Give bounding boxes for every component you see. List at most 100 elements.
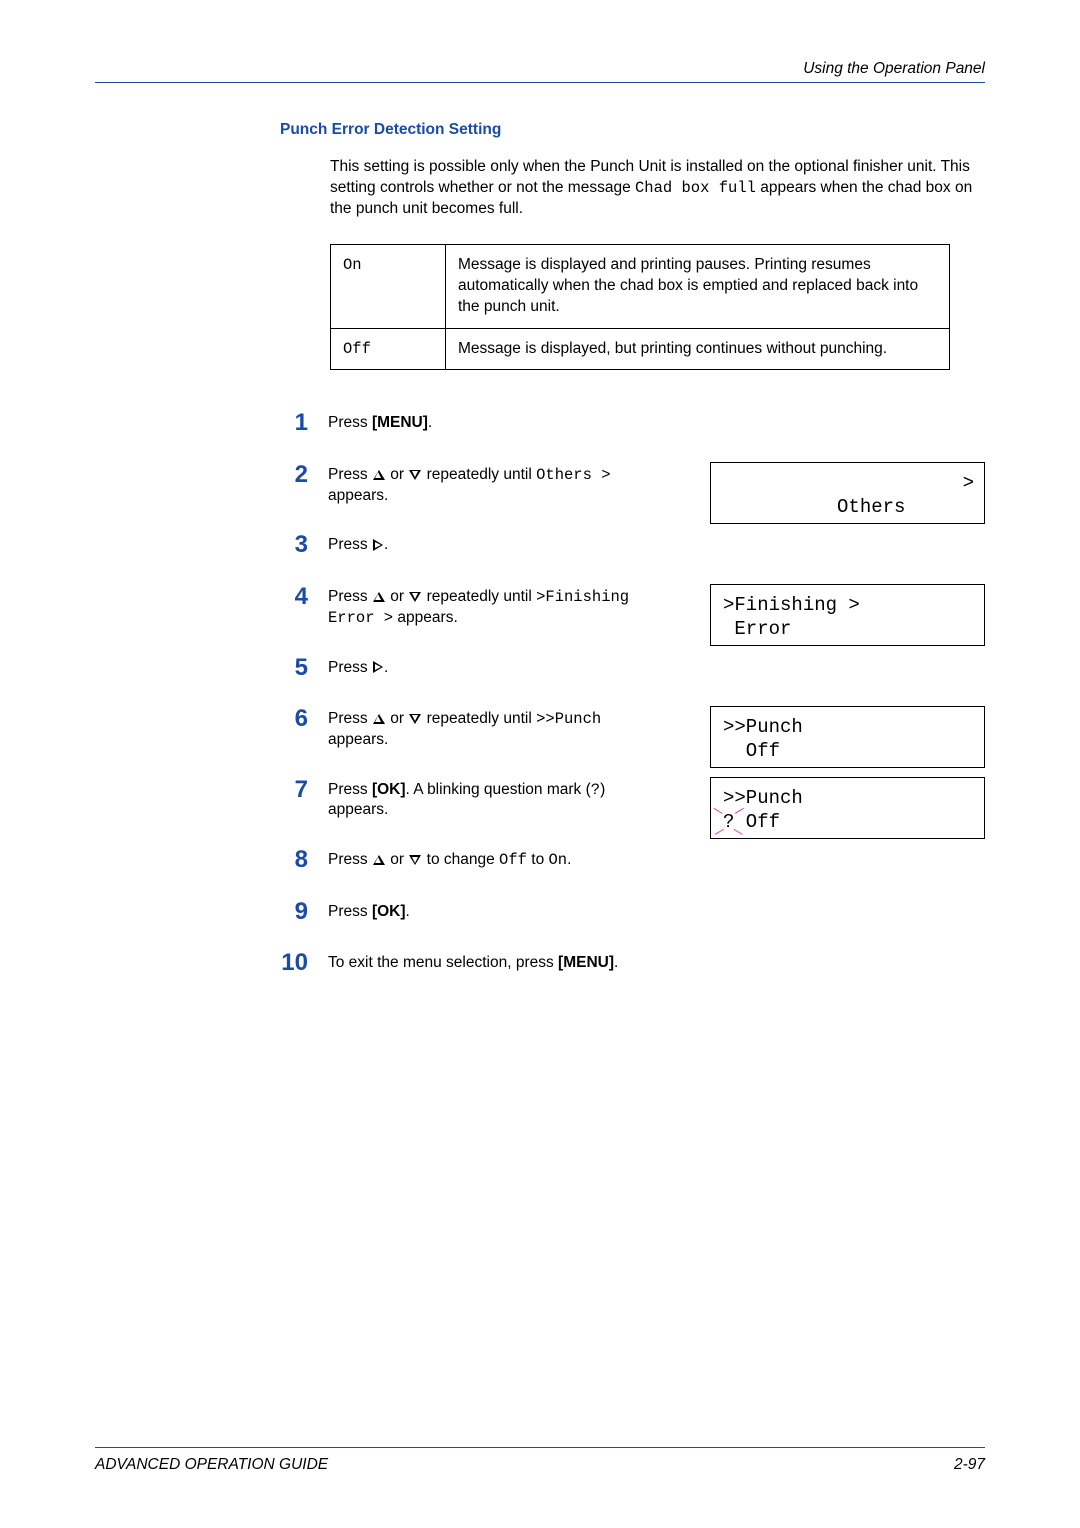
step-body: Press . (328, 655, 928, 679)
step-text: appears. (328, 731, 388, 748)
step-number: 7 (270, 777, 328, 802)
lcd-gt-right: > (963, 471, 974, 496)
table-row: Off Message is displayed, but printing c… (331, 328, 950, 370)
lcd-display: >>Punch Off (710, 706, 985, 768)
step-8: 8 Press or to change Off to On. (270, 847, 985, 872)
triangle-right-icon (373, 539, 383, 551)
triangle-down-icon (409, 592, 421, 602)
triangle-down-icon (409, 855, 421, 865)
step-text: appears. (393, 609, 458, 626)
step-text: . (567, 851, 571, 868)
lcd-line1: >>Punch (723, 716, 803, 738)
step-body: Press or repeatedly until Others > appea… (328, 462, 985, 507)
blinking-cursor: \//\? (723, 810, 734, 835)
step-number: 8 (270, 847, 328, 872)
step-body: Press [MENU]. (328, 410, 928, 434)
option-desc: Message is displayed and printing pauses… (446, 244, 950, 328)
section-heading: Punch Error Detection Setting (280, 121, 985, 139)
content-region: Punch Error Detection Setting This setti… (280, 121, 985, 975)
lcd-line1: Others (837, 496, 905, 518)
step-text: Press (328, 710, 372, 727)
lcd-line1: >>Punch (723, 787, 803, 809)
page-header: Using the Operation Panel (95, 60, 985, 83)
step-text: repeatedly until (422, 588, 536, 605)
step-text: Press (328, 659, 372, 676)
step-number: 9 (270, 899, 328, 924)
menu-key-label: [MENU] (372, 414, 428, 431)
step-text: . (614, 954, 618, 971)
footer-right: 2-97 (954, 1456, 985, 1474)
step-body: Press [OK]. A blinking question mark (?)… (328, 777, 985, 822)
step-number: 4 (270, 584, 328, 609)
step-9: 9 Press [OK]. (270, 899, 985, 924)
steps-list: 1 Press [MENU]. 2 Press or repeatedly un… (270, 410, 985, 975)
step-text: or (386, 710, 408, 727)
ok-key-label: [OK] (372, 781, 406, 798)
step-body: Press or repeatedly until >Finishing Err… (328, 584, 985, 629)
step-10: 10 To exit the menu selection, press [ME… (270, 950, 985, 975)
step-body: Press or to change Off to On. (328, 847, 928, 871)
step-text: or (386, 466, 408, 483)
step-number: 1 (270, 410, 328, 435)
step-body: Press [OK]. (328, 899, 928, 923)
step-text: to (527, 851, 549, 868)
step-code: >>Punch (536, 710, 601, 728)
step-text: or (386, 851, 408, 868)
triangle-up-icon (373, 592, 385, 602)
step-3: 3 Press . (270, 532, 985, 557)
step-number: 2 (270, 462, 328, 487)
step-1: 1 Press [MENU]. (270, 410, 985, 435)
step-body: Press or repeatedly until >>Punch appear… (328, 706, 985, 751)
options-table: On Message is displayed and printing pau… (330, 244, 950, 371)
intro-paragraph: This setting is possible only when the P… (330, 157, 985, 220)
lcd-line2: Error (723, 618, 791, 640)
step-number: 6 (270, 706, 328, 731)
step-text: repeatedly until (422, 710, 536, 727)
step-text: . (384, 536, 388, 553)
step-text: to change (422, 851, 499, 868)
step-text: Press (328, 851, 372, 868)
step-code: Off (499, 851, 527, 869)
lcd-line1: >Finishing > (723, 594, 860, 616)
triangle-down-icon (409, 714, 421, 724)
step-code: On (549, 851, 568, 869)
step-number: 10 (270, 950, 328, 975)
lcd-display: Others > (710, 462, 985, 524)
step-text: Press (328, 466, 372, 483)
step-body: To exit the menu selection, press [MENU]… (328, 950, 928, 974)
lcd-line2: Off (723, 740, 780, 762)
menu-key-label: [MENU] (558, 954, 614, 971)
option-name: Off (331, 328, 446, 370)
step-text: . (428, 414, 432, 431)
step-text: . A blinking question mark ( (406, 781, 591, 798)
step-text: or (386, 588, 408, 605)
triangle-right-icon (373, 661, 383, 673)
step-text: . (384, 659, 388, 676)
step-code: Others > (536, 466, 610, 484)
step-code: ? (591, 781, 600, 799)
chapter-title: Using the Operation Panel (95, 60, 985, 78)
step-text: Press (328, 781, 372, 798)
lcd-display: >>Punch \//\? Off (710, 777, 985, 839)
step-body: Press . (328, 532, 928, 556)
option-desc: Message is displayed, but printing conti… (446, 328, 950, 370)
triangle-up-icon (373, 714, 385, 724)
table-row: On Message is displayed and printing pau… (331, 244, 950, 328)
triangle-up-icon (373, 470, 385, 480)
step-text: Press (328, 903, 372, 920)
footer-left: ADVANCED OPERATION GUIDE (95, 1456, 328, 1474)
step-text: To exit the menu selection, press (328, 954, 558, 971)
step-number: 3 (270, 532, 328, 557)
triangle-down-icon (409, 470, 421, 480)
step-text: appears. (328, 487, 388, 504)
page-footer: ADVANCED OPERATION GUIDE 2-97 (95, 1447, 985, 1474)
triangle-up-icon (373, 855, 385, 865)
intro-code: Chad box full (635, 179, 756, 197)
option-name: On (331, 244, 446, 328)
step-text: . (406, 903, 410, 920)
step-6: 6 Press or repeatedly until >>Punch appe… (270, 706, 985, 751)
step-text: repeatedly until (422, 466, 536, 483)
step-text: Press (328, 536, 372, 553)
step-7: 7 Press [OK]. A blinking question mark (… (270, 777, 985, 822)
step-text: Press (328, 588, 372, 605)
